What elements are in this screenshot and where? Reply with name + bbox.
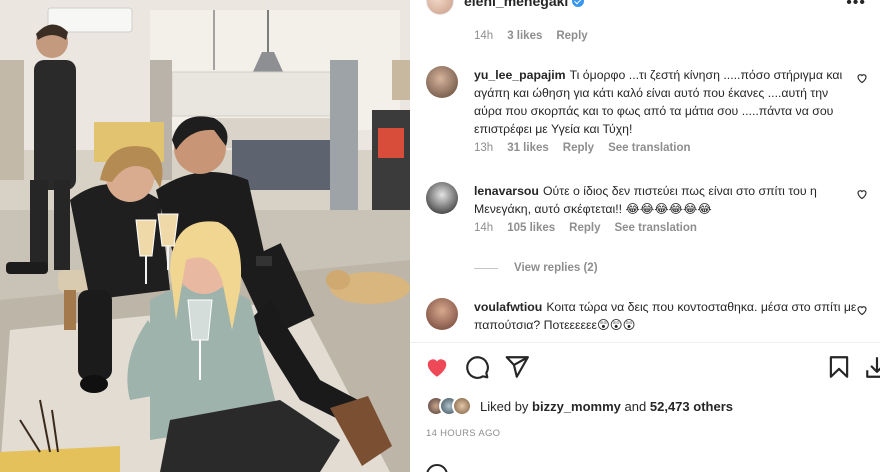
- comment-meta: 13h 31 likes Reply See translation: [474, 142, 866, 154]
- heart-outline-icon[interactable]: [856, 72, 868, 84]
- comment-time: 13h: [474, 142, 494, 154]
- comments-panel: eleni_menegaki ••• 14h 3 likes Reply yu_…: [410, 0, 880, 472]
- comment-text: yu_lee_papajim Τι όμορφο ...τι ζεστή κίνη…: [474, 66, 858, 138]
- post-actions-bar: [424, 354, 880, 382]
- liker-username[interactable]: bizzy_mommy: [532, 399, 621, 414]
- comment-likes[interactable]: 105 likes: [507, 222, 555, 234]
- post-timestamp: 14 HOURS AGO: [426, 428, 501, 439]
- comment-likes[interactable]: 31 likes: [507, 142, 549, 154]
- share-icon[interactable]: [504, 354, 530, 380]
- commenter-avatar[interactable]: [426, 66, 458, 98]
- verified-badge-icon: [572, 0, 585, 7]
- commenter-avatar[interactable]: [426, 298, 458, 330]
- comment-icon[interactable]: [464, 354, 490, 380]
- reply-link[interactable]: Reply: [556, 30, 587, 42]
- comment-item: voulafwtiou Κοιτα τώρα να δεις που κοντοσ…: [426, 298, 868, 334]
- commenter-username[interactable]: yu_lee_papajim: [474, 68, 566, 82]
- comment-item: yu_lee_papajim Τι όμορφο ...τι ζεστή κίνη…: [426, 66, 868, 154]
- download-icon[interactable]: [864, 354, 880, 380]
- likes-summary[interactable]: Liked by bizzy_mommy and 52,473 others: [426, 396, 733, 416]
- comment-text: lenavarsou Ούτε ο ίδιος δεν πιστεύει πως …: [474, 182, 858, 218]
- see-translation-link[interactable]: See translation: [614, 222, 696, 234]
- post-image: [0, 0, 410, 472]
- others-count[interactable]: 52,473 others: [650, 399, 733, 414]
- heart-outline-icon[interactable]: [856, 188, 868, 200]
- comment-time: 14h: [474, 30, 494, 42]
- author-username[interactable]: eleni_menegaki: [464, 0, 568, 9]
- more-options-icon[interactable]: •••: [846, 0, 866, 12]
- previous-comment-meta: 14h 3 likes Reply: [474, 30, 588, 42]
- comment-time: 14h: [474, 222, 494, 234]
- post-header: eleni_menegaki: [426, 0, 585, 15]
- commenter-username[interactable]: lenavarsou: [474, 184, 539, 198]
- liked-by-label: Liked by: [480, 398, 529, 414]
- liked-and-label: and: [624, 398, 647, 414]
- author-avatar[interactable]: [426, 0, 454, 15]
- heart-filled-icon[interactable]: [424, 354, 450, 380]
- view-replies-button[interactable]: View replies (2): [474, 262, 598, 274]
- emoji-icon[interactable]: [426, 464, 448, 472]
- see-translation-link[interactable]: See translation: [608, 142, 690, 154]
- actions-divider: [410, 342, 880, 343]
- liker-avatars: [426, 396, 472, 416]
- liker-avatar: [452, 396, 472, 416]
- comment-likes[interactable]: 3 likes: [507, 30, 542, 42]
- commenter-avatar[interactable]: [426, 182, 458, 214]
- view-replies-label: View replies (2): [514, 262, 598, 274]
- commenter-username[interactable]: voulafwtiou: [474, 300, 542, 314]
- reply-link[interactable]: Reply: [569, 222, 600, 234]
- bookmark-icon[interactable]: [826, 354, 852, 380]
- comment-text: voulafwtiou Κοιτα τώρα να δεις που κοντοσ…: [474, 298, 858, 334]
- reply-link[interactable]: Reply: [563, 142, 594, 154]
- post-photo[interactable]: [0, 0, 410, 472]
- comment-meta: 14h 105 likes Reply See translation: [474, 222, 866, 234]
- comment-item: lenavarsou Ούτε ο ίδιος δεν πιστεύει πως …: [426, 182, 868, 234]
- replies-divider-line: [474, 267, 498, 269]
- heart-outline-icon[interactable]: [856, 304, 868, 316]
